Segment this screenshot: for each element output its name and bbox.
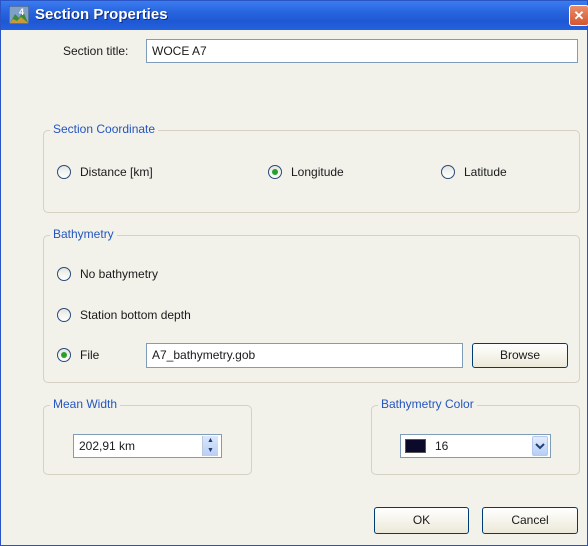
radio-file[interactable] xyxy=(57,348,71,362)
section-properties-dialog: 4 Section Properties ✕ Section title: WO… xyxy=(0,0,588,546)
cancel-button[interactable]: Cancel xyxy=(482,507,578,534)
chevron-down-icon xyxy=(535,443,545,450)
bathymetry-color-group: Bathymetry Color 16 xyxy=(371,397,580,475)
svg-text:4: 4 xyxy=(19,7,24,17)
app-icon: 4 xyxy=(9,6,29,24)
mean-width-legend: Mean Width xyxy=(50,397,121,411)
dialog-body: Section title: WOCE A7 Section Coordinat… xyxy=(1,30,587,545)
radio-distance-label[interactable]: Distance [km] xyxy=(80,165,153,179)
radio-station-bottom-depth-label[interactable]: Station bottom depth xyxy=(80,308,191,322)
radio-no-bathymetry-label[interactable]: No bathymetry xyxy=(80,267,158,281)
title-bar[interactable]: 4 Section Properties ✕ xyxy=(1,1,588,30)
spin-down-icon[interactable]: ▼ xyxy=(203,446,218,456)
bathymetry-group: Bathymetry No bathymetry Station bottom … xyxy=(43,227,580,383)
section-title-label: Section title: xyxy=(63,44,129,58)
radio-distance[interactable] xyxy=(57,165,71,179)
browse-button[interactable]: Browse xyxy=(472,343,568,368)
ok-button[interactable]: OK xyxy=(374,507,469,534)
mean-width-spinner[interactable]: ▲ ▼ xyxy=(202,436,218,456)
radio-latitude[interactable] xyxy=(441,165,455,179)
radio-latitude-label[interactable]: Latitude xyxy=(464,165,507,179)
window-title: Section Properties xyxy=(35,6,168,23)
section-title-input[interactable]: WOCE A7 xyxy=(146,39,578,63)
mean-width-group: Mean Width 202,91 km ▲ ▼ xyxy=(43,397,252,475)
mean-width-input[interactable]: 202,91 km xyxy=(73,434,222,458)
color-dropdown-button[interactable] xyxy=(532,436,548,456)
radio-no-bathymetry[interactable] xyxy=(57,267,71,281)
radio-station-bottom-depth[interactable] xyxy=(57,308,71,322)
radio-longitude[interactable] xyxy=(268,165,282,179)
radio-longitude-label[interactable]: Longitude xyxy=(291,165,344,179)
bathymetry-color-legend: Bathymetry Color xyxy=(378,397,477,411)
section-coordinate-group: Section Coordinate Distance [km] Longitu… xyxy=(43,122,580,213)
spin-up-icon[interactable]: ▲ xyxy=(203,436,218,446)
bathymetry-legend: Bathymetry xyxy=(50,227,117,241)
color-swatch xyxy=(405,439,426,453)
bathymetry-file-input[interactable]: A7_bathymetry.gob xyxy=(146,343,463,368)
close-button[interactable]: ✕ xyxy=(569,5,588,26)
close-icon: ✕ xyxy=(573,8,585,23)
section-coordinate-legend: Section Coordinate xyxy=(50,122,159,136)
radio-file-label[interactable]: File xyxy=(80,348,99,362)
